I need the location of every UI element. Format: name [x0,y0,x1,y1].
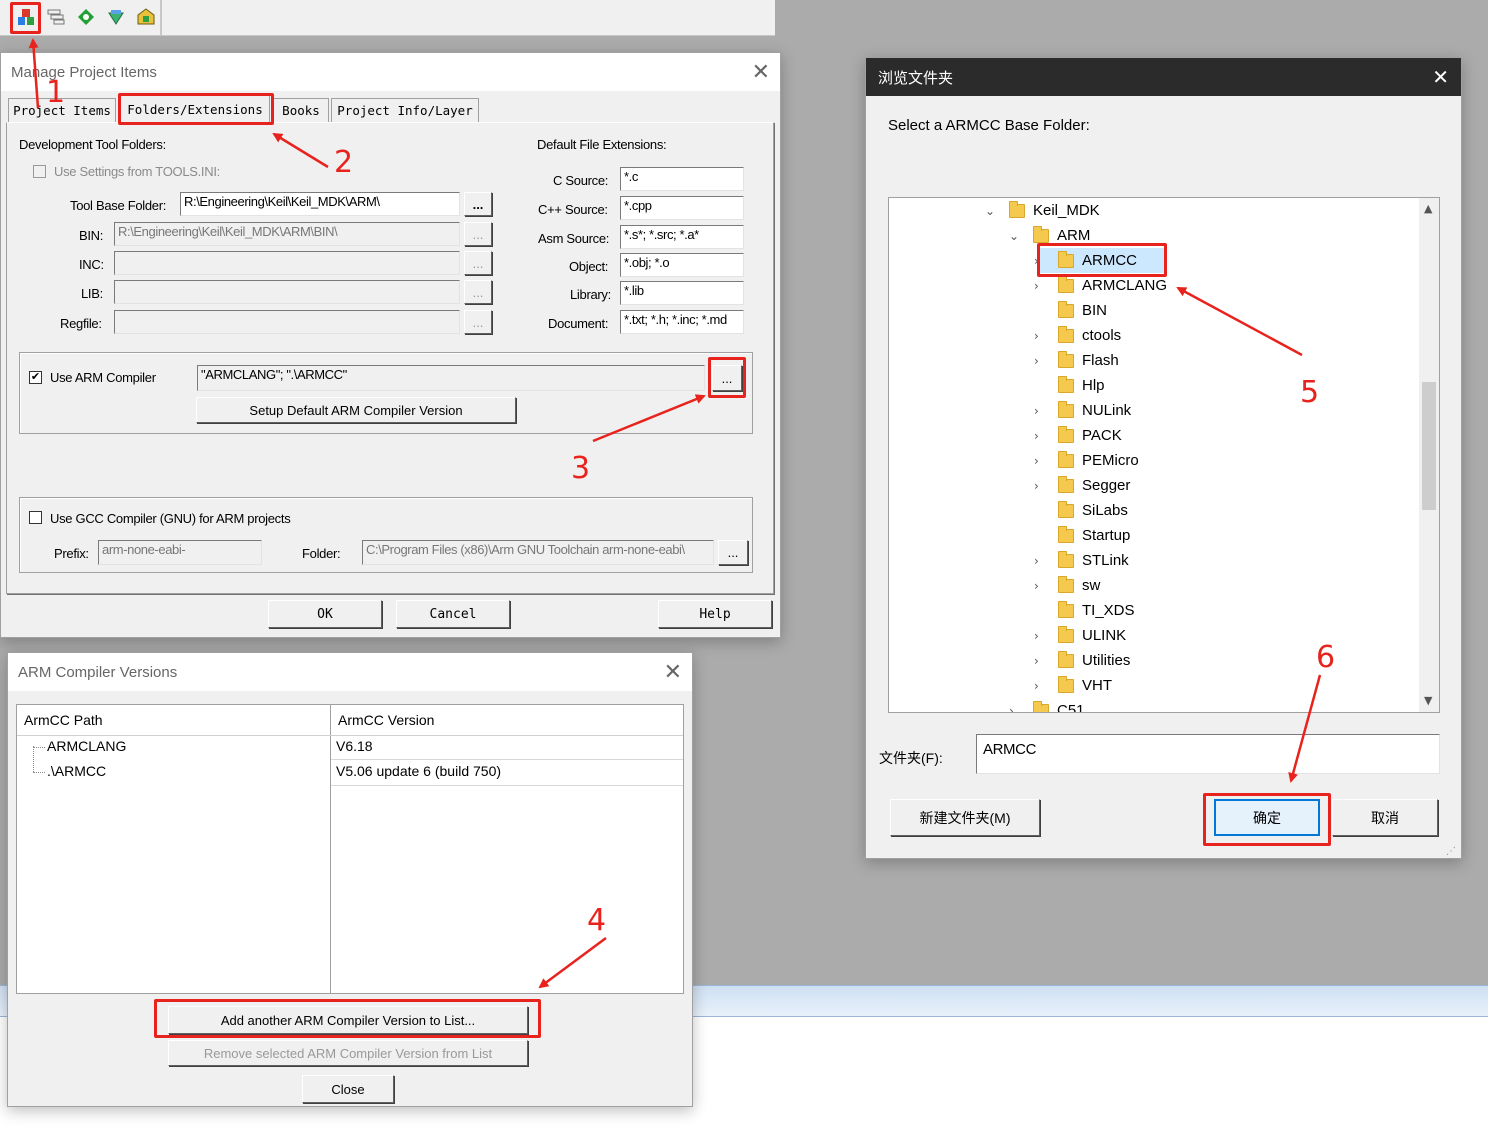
annotation-arrows [28,38,1322,989]
annotation-arrow-3 [592,394,706,443]
annotation-arrow-2 [272,132,329,169]
annotation-arrow-4 [538,936,607,989]
annotation-arrow-5 [1176,286,1303,357]
annotation-arrow-6 [1288,674,1322,783]
annotation-arrow-1 [28,38,40,109]
